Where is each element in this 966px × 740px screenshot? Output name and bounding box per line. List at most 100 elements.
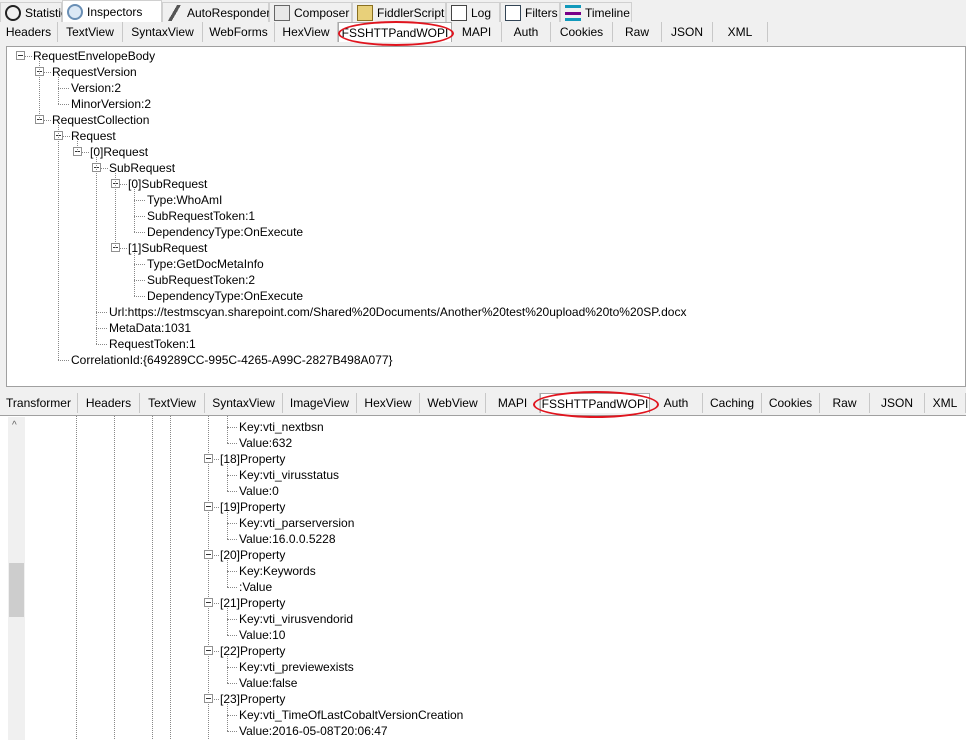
collapse-toggle-icon[interactable] — [204, 646, 213, 655]
tab-cookies[interactable]: Cookies — [762, 393, 820, 413]
tab-webforms[interactable]: WebForms — [203, 22, 275, 42]
tab-webview[interactable]: WebView — [420, 393, 486, 413]
tree-leaf[interactable]: Value:2016-05-08T20:06:47 — [239, 723, 388, 739]
tree-node[interactable]: [21]Property — [220, 595, 285, 611]
tab-auth[interactable]: Auth — [650, 393, 703, 413]
tab-statistics[interactable]: Statistics — [0, 2, 73, 23]
tree-node[interactable]: [20]Property — [220, 547, 285, 563]
tab-json[interactable]: JSON — [662, 22, 713, 42]
tab-transformer[interactable]: Transformer — [0, 393, 78, 413]
tree-guide — [58, 125, 59, 360]
collapse-toggle-icon[interactable] — [204, 694, 213, 703]
collapse-toggle-icon[interactable] — [204, 550, 213, 559]
tab-caching[interactable]: Caching — [703, 393, 762, 413]
response-tree-view[interactable]: Key:vti_nextbsn Value:632 [18]Property Key:… — [0, 415, 966, 740]
tree-node[interactable]: [18]Property — [220, 451, 285, 467]
tab-syntaxview[interactable]: SyntaxView — [205, 393, 283, 413]
collapse-toggle-icon[interactable] — [204, 454, 213, 463]
tree-leaf[interactable]: Key:vti_nextbsn — [239, 419, 324, 435]
tab-fsshttpandwopi[interactable]: FSSHTTPandWOPI — [338, 22, 452, 42]
tree-leaf[interactable]: Key:vti_parserversion — [239, 515, 354, 531]
tree-leaf[interactable]: SubRequestToken:2 — [147, 272, 255, 288]
tree-leaf[interactable]: CorrelationId:{649289CC-995C-4265-A99C-2… — [71, 352, 393, 368]
tree-node[interactable]: [1]SubRequest — [128, 240, 207, 256]
request-tree-view[interactable]: RequestEnvelopeBody RequestVersion Version… — [6, 46, 966, 387]
tree-leaf[interactable]: Type:GetDocMetaInfo — [147, 256, 264, 272]
tree-leaf[interactable]: Value:10 — [239, 627, 285, 643]
tree-connector — [58, 88, 69, 89]
tab-fsshttpandwopi[interactable]: FSSHTTPandWOPI — [540, 393, 650, 413]
tree-connector — [227, 731, 237, 732]
tab-json[interactable]: JSON — [870, 393, 925, 413]
collapse-toggle-icon[interactable] — [16, 51, 25, 60]
tab-filters[interactable]: Filters — [500, 2, 560, 23]
tree-connector — [134, 296, 145, 297]
tree-leaf[interactable]: Url:https://testmscyan.sharepoint.com/Sh… — [109, 304, 686, 320]
tree-connector — [101, 168, 108, 169]
tree-leaf[interactable]: SubRequestToken:1 — [147, 208, 255, 224]
tree-leaf[interactable]: Type:WhoAmI — [147, 192, 222, 208]
tab-timeline[interactable]: Timeline — [560, 2, 632, 23]
tab-textview[interactable]: TextView — [140, 393, 205, 413]
tree-leaf[interactable]: RequestToken:1 — [109, 336, 196, 352]
tab-textview[interactable]: TextView — [58, 22, 123, 42]
tree-leaf[interactable]: Key:vti_TimeOfLastCobaltVersionCreation — [239, 707, 463, 723]
tab-imageview[interactable]: ImageView — [283, 393, 357, 413]
tab-label: Composer — [294, 6, 350, 20]
tree-leaf[interactable]: Key:Keywords — [239, 563, 316, 579]
tab-autoresponder[interactable]: AutoResponder — [162, 2, 270, 23]
tree-connector — [227, 587, 237, 588]
tab-raw[interactable]: Raw — [820, 393, 870, 413]
tree-leaf[interactable]: Value:632 — [239, 435, 292, 451]
tree-leaf[interactable]: Key:vti_virusstatus — [239, 467, 339, 483]
tree-node[interactable]: SubRequest — [109, 160, 175, 176]
tree-node[interactable]: RequestCollection — [52, 112, 149, 128]
tab-mapi[interactable]: MAPI — [452, 22, 502, 42]
collapse-toggle-icon[interactable] — [204, 598, 213, 607]
tab-raw[interactable]: Raw — [613, 22, 662, 42]
tab-syntaxview[interactable]: SyntaxView — [123, 22, 203, 42]
tab-hexview[interactable]: HexView — [357, 393, 420, 413]
tab-cookies[interactable]: Cookies — [551, 22, 613, 42]
tree-connector — [227, 523, 237, 524]
tree-connector — [96, 328, 107, 329]
tree-node[interactable]: RequestEnvelopeBody — [33, 48, 155, 64]
tree-guide — [77, 141, 78, 152]
tree-leaf[interactable]: DependencyType:OnExecute — [147, 224, 303, 240]
tree-node[interactable]: RequestVersion — [52, 64, 137, 80]
tree-guide — [76, 416, 77, 740]
document-icon — [451, 5, 467, 21]
tree-node[interactable]: [22]Property — [220, 643, 285, 659]
tree-leaf[interactable]: Key:vti_virusvendorid — [239, 611, 353, 627]
tree-node[interactable]: [19]Property — [220, 499, 285, 515]
tab-inspectors[interactable]: Inspectors — [62, 0, 162, 23]
tree-leaf[interactable]: Version:2 — [71, 80, 121, 96]
tree-connector — [134, 264, 145, 265]
tab-composer[interactable]: Composer — [269, 2, 352, 23]
tree-leaf[interactable]: MinorVersion:2 — [71, 96, 151, 112]
tab-xml[interactable]: XML — [713, 22, 768, 42]
tree-leaf[interactable]: Value:0 — [239, 483, 279, 499]
tree-node[interactable]: [0]SubRequest — [128, 176, 207, 192]
tab-fiddlerscript[interactable]: FiddlerScript — [352, 2, 446, 23]
tree-node[interactable]: [23]Property — [220, 691, 285, 707]
tab-log[interactable]: Log — [446, 2, 500, 23]
tab-auth[interactable]: Auth — [502, 22, 551, 42]
tree-leaf[interactable]: Key:vti_previewexists — [239, 659, 354, 675]
tab-label: Inspectors — [87, 5, 143, 19]
tab-headers[interactable]: Headers — [78, 393, 140, 413]
tab-hexview[interactable]: HexView — [275, 22, 338, 42]
tree-connector — [214, 555, 219, 556]
scroll-up-arrow-icon[interactable]: ^ — [12, 420, 17, 431]
tree-leaf[interactable]: :Value — [239, 579, 272, 595]
tree-leaf[interactable]: MetaData:1031 — [109, 320, 191, 336]
tab-mapi[interactable]: MAPI — [486, 393, 540, 413]
tree-leaf[interactable]: Value:false — [239, 675, 297, 691]
tree-leaf[interactable]: Value:16.0.0.5228 — [239, 531, 336, 547]
scrollbar-thumb[interactable] — [9, 563, 24, 617]
tab-xml[interactable]: XML — [925, 393, 966, 413]
tree-leaf[interactable]: DependencyType:OnExecute — [147, 288, 303, 304]
tree-node[interactable]: [0]Request — [90, 144, 148, 160]
collapse-toggle-icon[interactable] — [204, 502, 213, 511]
tab-headers[interactable]: Headers — [0, 22, 58, 42]
